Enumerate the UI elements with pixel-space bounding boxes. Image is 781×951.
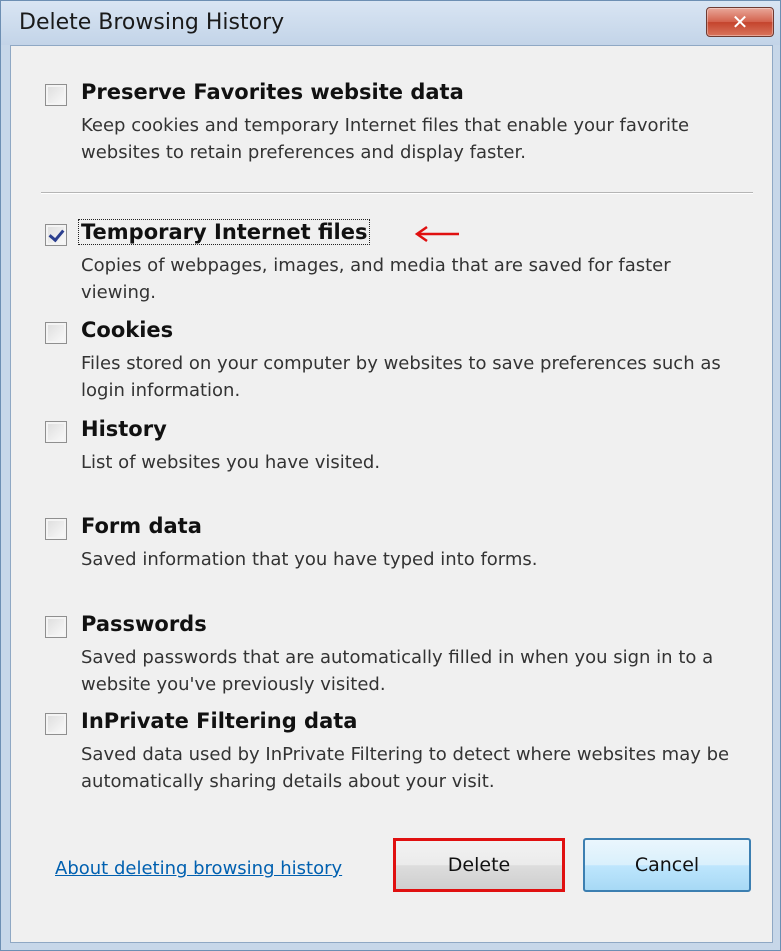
cookies-description: Files stored on your computer by website…: [81, 353, 721, 401]
cookies-label[interactable]: Cookies: [79, 318, 175, 342]
history-label[interactable]: History: [79, 417, 169, 441]
inprivate-filtering-checkbox[interactable]: [45, 713, 67, 735]
temporary-internet-files-checkbox[interactable]: [45, 224, 67, 246]
form-data-checkbox[interactable]: [45, 518, 67, 540]
about-deleting-history-link[interactable]: About deleting browsing history: [55, 858, 342, 879]
inprivate-filtering-description: Saved data used by InPrivate Filtering t…: [81, 744, 730, 792]
preserve-favorites-label[interactable]: Preserve Favorites website data: [79, 80, 466, 104]
delete-button[interactable]: Delete: [393, 838, 565, 892]
passwords-label[interactable]: Passwords: [79, 612, 209, 636]
close-button[interactable]: ✕: [706, 7, 774, 37]
form-data-description: Saved information that you have typed in…: [81, 549, 538, 570]
annotation-arrow-icon: [414, 225, 459, 243]
cancel-button[interactable]: Cancel: [583, 838, 751, 892]
cookies-checkbox[interactable]: [45, 322, 67, 344]
passwords-checkbox[interactable]: [45, 616, 67, 638]
dialog-title: Delete Browsing History: [19, 10, 285, 35]
passwords-description: Saved passwords that are automatically f…: [81, 647, 714, 695]
inprivate-filtering-label[interactable]: InPrivate Filtering data: [79, 709, 359, 733]
history-checkbox[interactable]: [45, 421, 67, 443]
delete-browsing-history-dialog: Delete Browsing History ✕ Preserve Favor…: [0, 0, 781, 951]
preserve-favorites-checkbox[interactable]: [45, 84, 67, 106]
history-description: List of websites you have visited.: [81, 452, 381, 473]
preserve-favorites-description: Keep cookies and temporary Internet file…: [81, 115, 690, 163]
separator: [41, 192, 753, 194]
form-data-label[interactable]: Form data: [79, 514, 204, 538]
temporary-internet-files-description: Copies of webpages, images, and media th…: [81, 255, 671, 303]
dialog-body: Preserve Favorites website data Keep coo…: [10, 45, 773, 943]
title-bar[interactable]: Delete Browsing History ✕: [1, 1, 780, 45]
temporary-internet-files-label[interactable]: Temporary Internet files: [77, 219, 371, 245]
close-icon: ✕: [731, 10, 749, 34]
